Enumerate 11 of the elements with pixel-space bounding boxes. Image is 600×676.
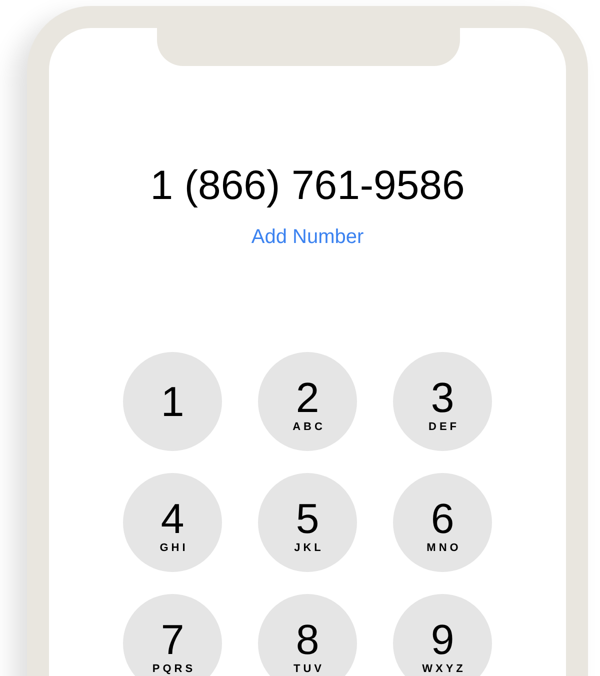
dial-key[interactable]: 8 TUV: [258, 594, 357, 676]
dial-key[interactable]: 1: [123, 352, 222, 451]
dial-key[interactable]: 6 MNO: [393, 473, 492, 572]
dialed-number: 1 (866) 761-9586: [150, 161, 465, 210]
dial-key[interactable]: 9 WXYZ: [393, 594, 492, 676]
dial-key[interactable]: 7 PQRS: [123, 594, 222, 676]
dial-key[interactable]: 5 JKL: [258, 473, 357, 572]
dial-key[interactable]: 4 GHI: [123, 473, 222, 572]
dial-key[interactable]: 2 ABC: [258, 352, 357, 451]
add-number-link[interactable]: Add Number: [251, 224, 364, 250]
dial-key[interactable]: 3 DEF: [393, 352, 492, 451]
